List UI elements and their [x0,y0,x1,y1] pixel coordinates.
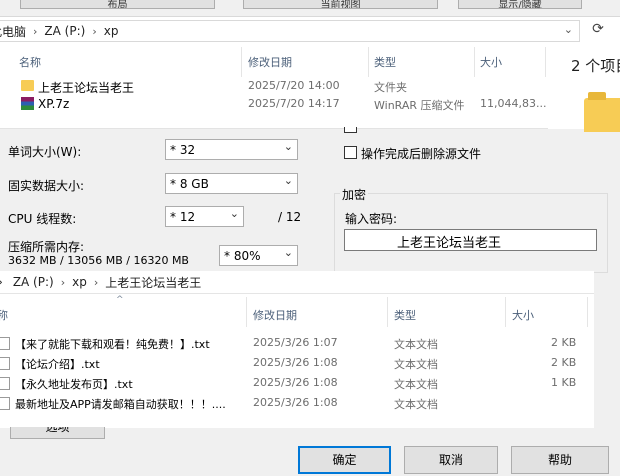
encryption-group-title: 加密 [340,186,369,203]
column-header-type[interactable]: 类型 [394,307,416,323]
list-item[interactable]: 【论坛介绍】.txt 2025/3/26 1:08 文本文档 2 KB [0,354,594,373]
delete-after-label: 操作完成后删除源文件 [361,147,482,161]
breadcrumb-xp[interactable]: xp [67,275,92,289]
solid-block-label: 固实数据大小: [8,179,85,193]
refresh-icon[interactable]: ⟳ [588,21,608,41]
text-file-icon [0,357,10,370]
help-button[interactable]: 帮助 [511,446,609,474]
winrar-archive-icon [21,97,34,110]
list-item[interactable]: 最新地址及APP请发邮箱自动获取！！！.... 2025/3/26 1:08 文… [0,394,594,413]
file-date: 2025/3/26 1:08 [253,376,338,389]
item-count: 2 个项目 [571,57,620,75]
column-header-date[interactable]: 修改日期 [248,54,292,70]
chevron-right-icon: › [92,24,97,38]
text-file-icon [0,337,10,350]
file-type: 文本文档 [394,378,438,391]
column-header-name[interactable]: 名称 [0,307,8,323]
file-name: 【来了就能下载和观看！纯免费！】.txt [15,338,210,351]
column-header-size[interactable]: 大小 [480,54,502,70]
memory-label: 压缩所需内存: [8,240,85,254]
file-type: 文本文档 [394,398,438,411]
breadcrumb-drive[interactable]: ZA (P:) [8,275,59,289]
partial-checkbox[interactable] [344,127,357,133]
chevron-down-icon[interactable]: ⌄ [564,23,573,36]
chevron-down-icon: ⌄ [283,140,293,153]
breadcrumb-this-pc[interactable]: 此电脑 [0,23,31,40]
memory-value: 3632 MB / 13056 MB / 16320 MB [8,254,189,267]
file-name: 【论坛介绍】.txt [15,358,100,371]
password-input[interactable]: 上老王论坛当老王 [344,229,597,251]
list-item[interactable]: 【永久地址发布页】.txt 2025/3/26 1:08 文本文档 1 KB [0,374,594,393]
ribbon-strip: 布局 当前视图 显示/隐藏 [0,0,620,17]
column-header-row: ^ 名称 修改日期 类型 大小 [0,295,594,331]
file-name: XP.7z [38,97,70,111]
column-header-type[interactable]: 类型 [374,54,396,70]
word-size-label: 单词大小(W): [8,145,82,159]
breadcrumb-drive[interactable]: ZA (P:) [39,24,90,38]
address-bar[interactable]: › ZA (P:) › xp › 上老王论坛当老王 [0,271,594,294]
file-type: 文本文档 [394,338,438,351]
file-type: 文件夹 [374,81,407,94]
text-file-icon [0,397,10,410]
chevron-right-icon: › [33,24,38,38]
ribbon-show-hide-button[interactable]: 显示/隐藏 [458,0,582,9]
file-size: 2 KB [551,336,577,349]
column-header-row: 名称 修改日期 类型 大小 [0,45,546,79]
file-name: 最新地址及APP请发邮箱自动获取！！！.... [15,398,226,411]
breadcrumb-folder[interactable]: 上老王论坛当老王 [100,274,206,291]
options-button[interactable]: 选项 [10,427,105,439]
breadcrumb-xp[interactable]: xp [99,24,124,38]
chevron-right-icon: › [93,275,99,289]
password-label: 输入密码: [345,212,398,226]
word-size-select[interactable]: * 32 ⌄ [165,139,298,160]
file-date: 2025/3/26 1:07 [253,336,338,349]
file-date: 2025/3/26 1:08 [253,356,338,369]
column-header-date[interactable]: 修改日期 [253,307,297,323]
folder-icon [584,92,620,132]
explorer-window-overlay: › ZA (P:) › xp › 上老王论坛当老王 ^ 名称 修改日期 类型 大… [0,271,594,428]
list-item[interactable]: 【来了就能下载和观看！纯免费！】.txt 2025/3/26 1:07 文本文档… [0,334,594,353]
column-header-size[interactable]: 大小 [512,307,534,323]
list-item[interactable]: XP.7z 2025/7/20 14:17 WinRAR 压缩文件 11,044… [0,95,546,114]
ok-button[interactable]: 确定 [298,446,391,474]
file-date: 2025/7/20 14:17 [248,97,340,110]
file-name: 上老王论坛当老王 [38,81,135,95]
file-date: 2025/3/26 1:08 [253,396,338,409]
chevron-right-icon: › [0,275,8,289]
chevron-down-icon: ⌄ [283,246,293,259]
chevron-down-icon: ⌄ [229,207,239,220]
explorer-window-top: 此电脑 › ZA (P:) › xp ⌄ ⟳ 名称 修改日期 类型 大小 上老王… [0,17,620,129]
sort-up-icon: ^ [116,295,124,305]
chevron-right-icon: › [60,275,66,289]
ribbon-layout-button[interactable]: 布局 [20,0,215,9]
chevron-down-icon: ⌄ [283,174,293,187]
column-header-name[interactable]: 名称 [19,54,41,70]
file-type: WinRAR 压缩文件 [374,99,465,112]
file-type: 文本文档 [394,358,438,371]
solid-block-select[interactable]: * 8 GB ⌄ [165,173,298,194]
cpu-threads-max: / 12 [278,210,302,224]
file-size: 11,044,83... [480,97,547,110]
cancel-button[interactable]: 取消 [404,446,498,474]
delete-after-checkbox[interactable] [344,146,357,159]
file-size: 2 KB [551,356,577,369]
text-file-icon [0,377,10,390]
cpu-threads-select[interactable]: * 12 ⌄ [165,206,244,227]
list-item[interactable]: 上老王论坛当老王 2025/7/20 14:00 文件夹 [0,77,546,96]
memory-percent-select[interactable]: * 80% ⌄ [219,245,298,266]
ribbon-current-view-button[interactable]: 当前视图 [243,0,438,9]
cpu-threads-label: CPU 线程数: [8,212,77,226]
address-bar[interactable]: 此电脑 › ZA (P:) › xp ⌄ [0,20,580,42]
file-name: 【永久地址发布页】.txt [15,378,133,391]
folder-icon [21,80,34,91]
file-size: 1 KB [551,376,577,389]
partial-label [366,127,456,133]
file-date: 2025/7/20 14:00 [248,79,340,92]
